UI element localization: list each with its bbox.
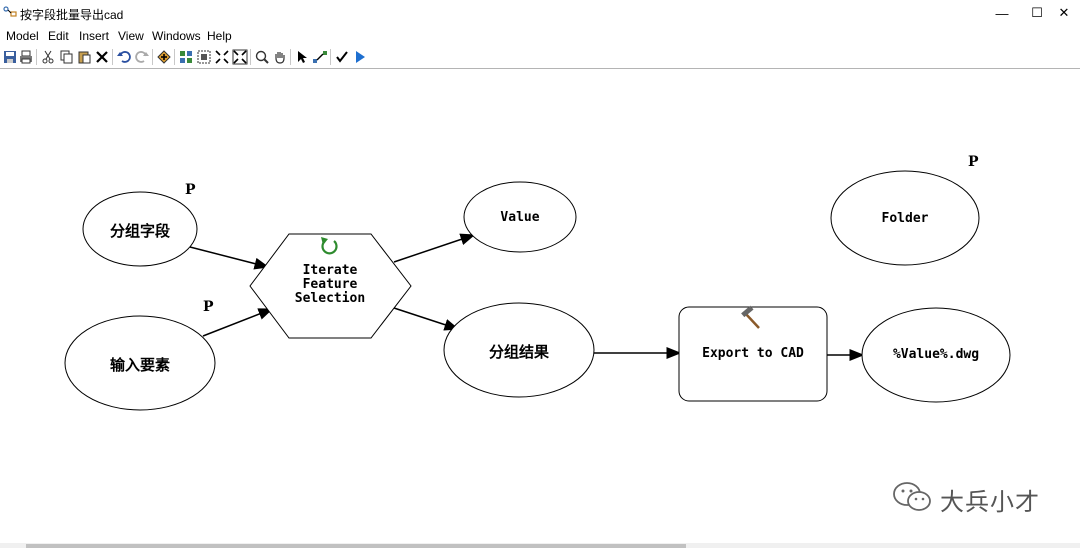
menu-bar: Model Edit Insert View Windows Help <box>0 27 1080 45</box>
validate-icon[interactable] <box>334 49 350 65</box>
parameter-marker: P <box>185 182 196 198</box>
iterate-label-line2: Feature <box>302 277 358 292</box>
copy-icon[interactable] <box>58 49 74 65</box>
connect-icon[interactable] <box>312 49 328 65</box>
select-icon[interactable] <box>294 49 310 65</box>
delete-icon[interactable] <box>94 49 110 65</box>
paste-icon[interactable] <box>76 49 92 65</box>
value-label: Value <box>500 210 540 225</box>
group-field-label: 分组字段 <box>109 222 170 240</box>
toolbar <box>0 46 1080 68</box>
fixed-zoom-out-icon[interactable] <box>232 49 248 65</box>
model-canvas[interactable]: 分组字段 输入要素 Iterate Feature Selection Valu… <box>0 69 1080 543</box>
menu-insert[interactable]: Insert <box>79 29 109 43</box>
scrollbar-thumb[interactable] <box>26 544 686 548</box>
wechat-icon <box>892 480 932 519</box>
undo-icon[interactable] <box>116 49 132 65</box>
group-result-label: 分组结果 <box>488 343 549 361</box>
model-builder-icon <box>3 5 17 19</box>
close-button[interactable]: ✕ <box>1048 0 1080 26</box>
zoom-in-icon[interactable] <box>254 49 270 65</box>
pan-icon[interactable] <box>272 49 288 65</box>
menu-view[interactable]: View <box>118 29 144 43</box>
connector-iterate-to-value[interactable] <box>393 233 476 263</box>
print-icon[interactable] <box>18 49 34 65</box>
input-features-label: 输入要素 <box>109 356 170 374</box>
add-data-icon[interactable] <box>156 49 172 65</box>
output-dwg-label: %Value%.dwg <box>892 347 980 362</box>
parameter-marker: P <box>968 154 979 170</box>
title-bar: 按字段批量导出cad — ☐ ✕ <box>0 0 1080 26</box>
redo-icon[interactable] <box>134 49 150 65</box>
cut-icon[interactable] <box>40 49 56 65</box>
iterate-label-line1: Iterate <box>302 263 358 278</box>
auto-layout-icon[interactable] <box>178 49 194 65</box>
window-title: 按字段批量导出cad <box>20 8 124 22</box>
menu-model[interactable]: Model <box>6 29 39 43</box>
diagram-graphics <box>64 170 1011 411</box>
watermark: 大兵小才 <box>892 479 1040 519</box>
menu-edit[interactable]: Edit <box>48 29 69 43</box>
watermark-text: 大兵小才 <box>940 487 1040 516</box>
menu-windows[interactable]: Windows <box>152 29 201 43</box>
full-extent-icon[interactable] <box>196 49 212 65</box>
connector-iterate-to-result[interactable] <box>393 307 460 331</box>
folder-label: Folder <box>881 211 929 226</box>
save-icon[interactable] <box>2 49 18 65</box>
fixed-zoom-in-icon[interactable] <box>214 49 230 65</box>
iterate-label-line3: Selection <box>294 291 366 306</box>
export-to-cad-label: Export to CAD <box>702 346 804 361</box>
menu-help[interactable]: Help <box>207 29 232 43</box>
parameter-marker: P <box>203 299 214 315</box>
run-icon[interactable] <box>352 49 368 65</box>
